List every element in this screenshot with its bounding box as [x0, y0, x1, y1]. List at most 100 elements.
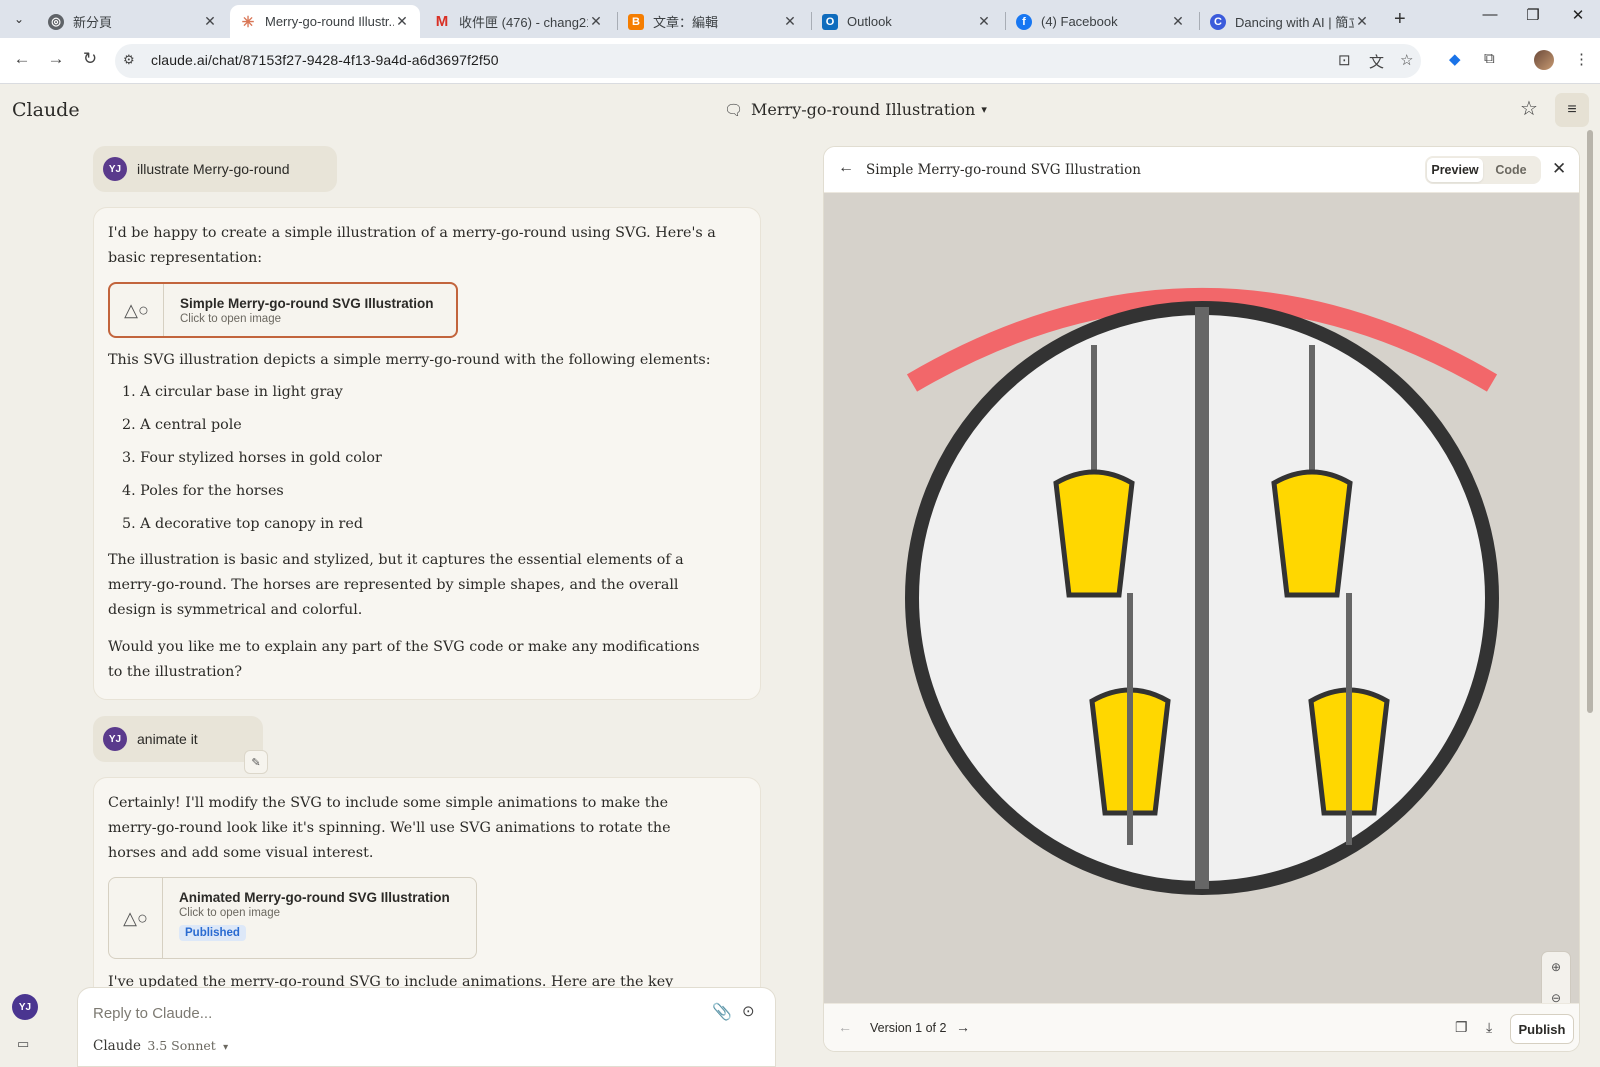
chat-title: Merry-go-round Illustration: [751, 100, 976, 119]
back-icon[interactable]: ←: [10, 49, 34, 69]
profile-avatar[interactable]: [1534, 50, 1554, 70]
tab-new-tab[interactable]: ◎ 新分頁 ✕: [38, 5, 228, 38]
user-avatar: YJ: [103, 727, 127, 751]
horse: [1053, 469, 1135, 598]
horse-pole: [1127, 593, 1133, 845]
tab-label: 文章：編輯: [653, 15, 719, 30]
reply-input[interactable]: Reply to Claude...: [93, 1005, 212, 1022]
restore-icon[interactable]: ❐: [1518, 6, 1548, 24]
blogger-icon: B: [628, 13, 644, 30]
forward-icon[interactable]: →: [44, 49, 68, 69]
tab-preview[interactable]: Preview: [1427, 158, 1483, 182]
claude-icon: ✳: [241, 13, 255, 31]
user-message-text: animate it: [137, 731, 198, 747]
list-item: 2. A central pole: [122, 417, 242, 433]
user-message-text: illustrate Merry-go-round: [137, 161, 290, 177]
assistant-text: This SVG illustration depicts a simple m…: [108, 352, 711, 368]
user-message: YJ animate it: [93, 716, 263, 762]
model-version: 3.5 Sonnet: [147, 1038, 216, 1053]
close-tab-icon[interactable]: ✕: [202, 13, 218, 30]
omnibox[interactable]: ⚙ claude.ai/chat/87153f27-9428-4f13-9a4d…: [115, 44, 1421, 78]
translate-icon[interactable]: 文: [1369, 51, 1384, 72]
model-name: Claude: [93, 1038, 142, 1054]
settings-sliders-icon[interactable]: ≡: [1555, 93, 1589, 127]
tab-label: 新分頁: [73, 15, 113, 30]
artifact-preview-canvas: ⊕ ⊖ ⤢: [824, 193, 1579, 1043]
attach-paperclip-icon[interactable]: 📎: [712, 1002, 732, 1022]
close-tab-icon[interactable]: ✕: [1354, 13, 1370, 30]
artifact-title: Simple Merry-go-round SVG Illustration: [866, 162, 1141, 178]
address-bar-row: ← → ↻ ⚙ claude.ai/chat/87153f27-9428-4f1…: [0, 38, 1600, 84]
horse: [1271, 469, 1353, 598]
install-app-icon[interactable]: ⊡: [1338, 51, 1351, 69]
shapes-icon: △○: [109, 878, 163, 958]
model-selector[interactable]: Claude 3.5 Sonnet ▾: [93, 1038, 228, 1054]
artifact-subtitle: Click to open image: [180, 313, 281, 325]
close-tab-icon[interactable]: ✕: [782, 13, 798, 30]
new-tab-icon[interactable]: +: [1394, 8, 1406, 31]
outlook-icon: O: [822, 13, 838, 30]
close-window-icon[interactable]: ✕: [1563, 6, 1593, 24]
horse-pole: [1346, 593, 1352, 845]
bookmark-star-icon[interactable]: ☆: [1400, 51, 1413, 69]
artifact-subtitle: Click to open image: [179, 907, 280, 919]
edit-pencil-icon[interactable]: ✎: [244, 750, 268, 774]
download-icon[interactable]: ⤓: [1486, 1019, 1492, 1036]
artifact-card[interactable]: △○ Simple Merry-go-round SVG Illustratio…: [108, 282, 458, 338]
gmail-icon: M: [435, 13, 449, 30]
zoom-in-icon[interactable]: ⊕: [1542, 952, 1570, 982]
close-icon[interactable]: ✕: [1552, 159, 1566, 179]
back-arrow-icon[interactable]: ←: [838, 159, 854, 177]
artifact-panel: ← Simple Merry-go-round SVG Illustration…: [823, 146, 1580, 1052]
list-item: 3. Four stylized horses in gold color: [122, 450, 382, 466]
extensions-puzzle-icon[interactable]: ⧉: [1484, 50, 1495, 67]
close-tab-icon[interactable]: ✕: [588, 13, 604, 30]
next-version-icon[interactable]: →: [956, 1019, 970, 1035]
tab-label: 收件匣 (476) - chang21...: [459, 15, 588, 30]
facebook-icon: f: [1016, 13, 1032, 30]
copy-icon[interactable]: ❐: [1455, 1019, 1468, 1036]
url-text[interactable]: claude.ai/chat/87153f27-9428-4f13-9a4d-a…: [151, 52, 499, 68]
site-icon: C: [1210, 13, 1226, 30]
account-avatar[interactable]: YJ: [12, 994, 38, 1020]
chat-title-dropdown[interactable]: 🗨 Merry-go-round Illustration ▾: [724, 100, 987, 119]
close-tab-icon[interactable]: ✕: [1170, 13, 1186, 30]
tab-dancing-with-ai[interactable]: C Dancing with AI | 簡立峰... ✕: [1200, 5, 1380, 38]
tab-claude[interactable]: ✳ Merry-go-round Illustr... ✕: [230, 5, 420, 38]
artifact-card[interactable]: △○ Animated Merry-go-round SVG Illustrat…: [108, 877, 477, 959]
reply-composer: Reply to Claude... 📎 ⊙ Claude 3.5 Sonnet…: [77, 987, 776, 1067]
previous-version-icon[interactable]: ←: [838, 1019, 852, 1035]
assistant-text: Certainly! I'll modify the SVG to includ…: [108, 795, 671, 861]
chevron-down-icon: ▾: [223, 1042, 229, 1053]
site-info-icon[interactable]: ⚙: [123, 52, 135, 68]
close-tab-icon[interactable]: ✕: [976, 13, 992, 30]
published-badge: Published: [179, 925, 246, 941]
reload-icon[interactable]: ↻: [78, 49, 102, 69]
page-scrollbar[interactable]: [1585, 130, 1595, 1065]
tab-outlook[interactable]: O Outlook ✕: [812, 5, 1002, 38]
artifact-name: Simple Merry-go-round SVG Illustration: [180, 296, 434, 311]
camera-icon[interactable]: ⊙: [742, 1002, 755, 1020]
chat-bubble-icon: 🗨: [724, 100, 744, 119]
assistant-text: Would you like me to explain any part of…: [108, 639, 700, 680]
user-message: YJ illustrate Merry-go-round: [93, 146, 337, 192]
tab-facebook[interactable]: f (4) Facebook ✕: [1006, 5, 1196, 38]
close-tab-icon[interactable]: ✕: [394, 13, 410, 30]
claude-logo[interactable]: Claude: [12, 99, 80, 121]
tab-search-icon[interactable]: ⌄: [8, 8, 30, 30]
list-item: 1. A circular base in light gray: [122, 384, 343, 400]
minimize-icon[interactable]: —: [1475, 6, 1505, 23]
view-toggle: Preview Code: [1425, 156, 1541, 184]
tab-blogger[interactable]: B 文章：編輯 ✕: [618, 5, 808, 38]
sidebar-toggle-icon[interactable]: ▭: [17, 1036, 29, 1052]
extension-icon[interactable]: ◆: [1449, 50, 1461, 68]
assistant-text: I'd be happy to create a simple illustra…: [108, 225, 716, 266]
tab-label: Outlook: [847, 14, 892, 29]
artifact-panel-footer: ← Version 1 of 2 → ❐ ⤓ Publish: [824, 1003, 1579, 1051]
tab-gmail[interactable]: M 收件匣 (476) - chang21... ✕: [424, 5, 614, 38]
browser-menu-icon[interactable]: ⋮: [1574, 50, 1589, 68]
star-icon[interactable]: ☆: [1520, 96, 1538, 121]
scrollbar-thumb[interactable]: [1587, 130, 1593, 713]
tab-code[interactable]: Code: [1483, 158, 1539, 182]
publish-button[interactable]: Publish: [1510, 1014, 1574, 1044]
